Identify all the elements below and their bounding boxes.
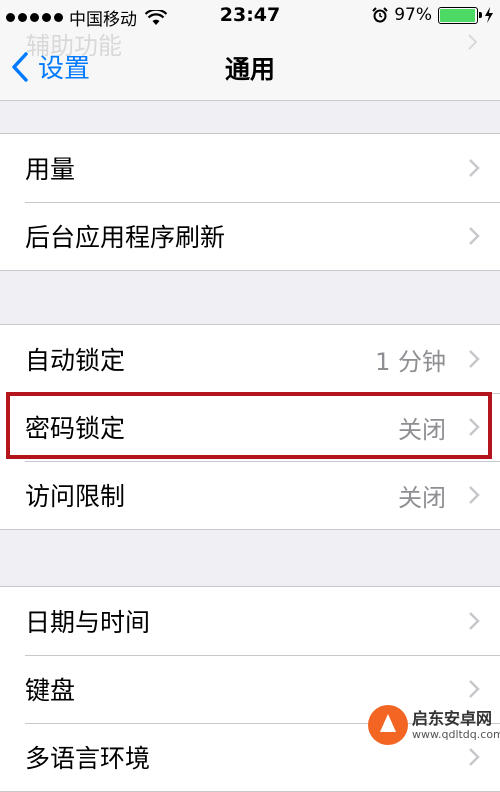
battery-percent: 97% — [394, 5, 432, 25]
row-label: 用量 — [25, 155, 76, 184]
settings-row-auto-lock[interactable]: 自动锁定 1 分钟 — [0, 325, 500, 393]
row-label: 密码锁定 — [25, 414, 126, 443]
chevron-right-icon — [469, 486, 480, 504]
chevron-right-icon — [469, 159, 480, 177]
row-value: 关闭 — [398, 483, 446, 512]
page-title: 通用 — [224, 55, 275, 84]
row-value: 关闭 — [398, 415, 446, 444]
watermark-url: www.qdltdq.com — [412, 728, 500, 741]
row-label: 多语言环境 — [25, 744, 151, 773]
chevron-right-icon — [469, 612, 480, 630]
charging-bolt-icon — [485, 7, 493, 23]
chevron-right-icon — [469, 418, 480, 436]
chevron-right-icon — [469, 680, 480, 698]
site-watermark: 启东安卓网 www.qdltdq.com — [366, 702, 500, 748]
settings-group-date-keyboard: 日期与时间 键盘 多语言环境 — [0, 586, 500, 792]
settings-group-usage: 用量 后台应用程序刷新 — [0, 133, 500, 271]
watermark-name: 启东安卓网 — [412, 709, 493, 728]
battery-icon — [438, 6, 482, 24]
settings-row-passcode-lock[interactable]: 密码锁定 关闭 — [0, 393, 500, 461]
settings-row-restrictions[interactable]: 访问限制 关闭 — [0, 461, 500, 529]
row-label: 后台应用程序刷新 — [25, 223, 226, 252]
settings-row-background-refresh[interactable]: 后台应用程序刷新 — [0, 202, 500, 270]
settings-group-lock: 自动锁定 1 分钟 密码锁定 关闭 访问限制 关闭 — [0, 324, 500, 530]
chevron-right-icon — [469, 350, 480, 368]
alarm-clock-icon — [372, 7, 388, 23]
row-label: 自动锁定 — [25, 346, 126, 375]
row-value: 1 分钟 — [375, 347, 446, 376]
chevron-right-icon — [469, 748, 480, 766]
settings-row-date-time[interactable]: 日期与时间 — [0, 587, 500, 655]
row-label: 键盘 — [25, 676, 76, 705]
chevron-right-icon — [469, 227, 480, 245]
row-label: 访问限制 — [25, 482, 126, 511]
chevron-right-icon — [468, 34, 478, 50]
status-bar: 中国移动 23:47 97% — [0, 0, 500, 32]
settings-row-usage[interactable]: 用量 — [0, 134, 500, 202]
status-right: 97% — [372, 5, 494, 25]
row-label: 日期与时间 — [25, 608, 151, 637]
battery-level-fill — [440, 8, 475, 22]
